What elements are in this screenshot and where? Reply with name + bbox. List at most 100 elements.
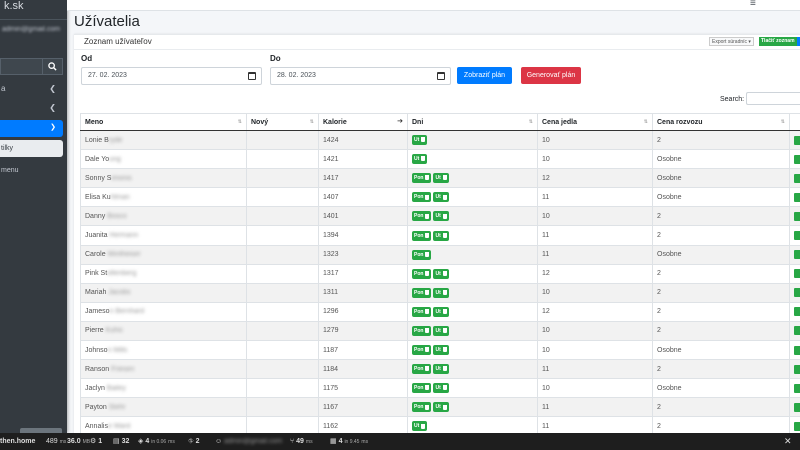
column-header-days[interactable]: Dni ⇅ [407,113,538,131]
status-requests[interactable]: ▤ 32 [113,433,129,450]
cell-meal-price: 10 [537,378,653,399]
user-name-blurred: Kuhic [105,327,124,335]
from-date-input[interactable]: 27. 02. 2023 [81,67,262,85]
table-search-input[interactable] [746,92,800,105]
cell-new [246,168,319,189]
cell-new [246,206,319,227]
edit-icon[interactable] [794,364,800,374]
day-tag[interactable]: Pon [412,249,432,260]
sidebar-item-2[interactable]: ❮ [0,100,63,116]
edit-icon[interactable] [794,192,800,202]
sidebar-subitem[interactable]: menu [0,162,63,179]
day-tag[interactable]: Pon [412,402,432,413]
sidebar-item-active[interactable]: ❯ [0,120,63,137]
day-tag[interactable]: Pon [412,325,432,336]
day-tag[interactable]: Pon [412,306,432,317]
close-icon[interactable]: ✕ [784,433,792,450]
user-name: Carole [85,251,108,259]
column-header-name[interactable]: Meno ⇅ [80,113,247,131]
sidebar-search-input[interactable] [0,58,42,75]
day-tag[interactable]: Pon [412,345,432,356]
day-tag[interactable]: Ut [433,287,449,298]
status-config[interactable]: ⚙ 1 [90,433,102,450]
trash-icon [421,423,426,429]
edit-icon[interactable] [794,288,800,298]
column-header-calories[interactable]: Kalorie ➔ [318,113,408,131]
edit-icon[interactable] [794,326,800,336]
edit-icon[interactable] [794,154,800,164]
status-render[interactable]: ⑂ 49 ms [290,433,313,450]
edit-icon[interactable] [794,250,800,260]
status-host[interactable]: then.home [0,433,35,450]
status-cache[interactable]: ▦ 4 in 9.45 ms [330,433,368,450]
day-tag[interactable]: Ut [433,402,449,413]
calendar-icon[interactable] [437,72,445,80]
cell-meal-price: 10 [537,206,653,227]
edit-icon[interactable] [794,269,800,279]
sidebar-user-name[interactable]: admin@gmail.com [0,26,67,40]
export-button[interactable]: Export súradníc ▾ [709,37,754,46]
day-tag[interactable]: Pon [412,383,432,394]
status-value: 36.0 [67,438,81,445]
show-plan-button[interactable]: Zobraziť plán [457,67,512,84]
edit-icon[interactable] [794,307,800,317]
day-tag[interactable]: Ut [412,421,428,432]
day-tag[interactable]: Ut [433,211,449,222]
edit-icon[interactable] [794,421,800,431]
day-tag[interactable]: Ut [412,154,428,165]
table-row: Pink Stoltenberg 1317 Pon Ut 12 2 [80,263,800,284]
cell-actions [789,378,800,399]
day-tag[interactable]: Pon [412,268,432,279]
column-header-new[interactable]: Nový ⇅ [246,113,319,131]
column-header-delivery-price[interactable]: Cena rozvozu ⇅ [652,113,790,131]
day-tag[interactable]: Pon [412,230,432,241]
trash-icon [425,232,430,238]
edit-icon[interactable] [794,211,800,221]
brand-logo[interactable]: k.sk [0,0,67,20]
sidebar-search-button[interactable] [42,58,63,75]
day-tag[interactable]: Ut [412,135,428,146]
cell-meal-price: 10 [537,149,653,170]
status-user-email: admin@gmail.com [224,438,283,445]
edit-icon[interactable] [794,135,800,145]
print-list-button[interactable]: Tlačiť zoznam [759,37,797,46]
day-tag[interactable]: Ut [433,192,449,203]
edit-icon[interactable] [794,345,800,355]
day-tag[interactable]: Ut [433,230,449,241]
edit-icon[interactable] [794,173,800,183]
day-tag[interactable]: Ut [433,383,449,394]
generate-plan-button[interactable]: Generovať plán [521,67,581,84]
day-tag[interactable]: Ut [433,345,449,356]
status-queries[interactable]: ◈ 4 in 0.06 ms [138,433,175,450]
edit-icon[interactable] [794,383,800,393]
column-header-meal-price[interactable]: Cena jedla ⇅ [537,113,653,131]
hamburger-menu-icon[interactable]: ≡ [750,0,756,9]
sidebar-subitem-active[interactable]: tilky [0,140,63,157]
sidebar-item-1[interactable]: a ❮ [0,81,63,97]
calendar-icon[interactable] [248,72,256,80]
day-tag[interactable]: Pon [412,364,432,375]
status-time[interactable]: 489 ms [46,433,66,450]
to-date-input[interactable]: 28. 02. 2023 [270,67,451,85]
status-user[interactable]: ☺ admin@gmail.com [215,433,282,450]
edit-icon[interactable] [794,402,800,412]
day-tag[interactable]: Ut [433,364,449,375]
day-tag[interactable]: Ut [433,173,449,184]
status-routes[interactable]: ⛗ 2 [188,433,199,450]
day-tag[interactable]: Ut [433,306,449,317]
day-tag[interactable]: Pon [412,287,432,298]
day-tag[interactable]: Ut [433,325,449,336]
day-tag[interactable]: Pon [412,192,432,203]
edit-icon[interactable] [794,231,800,241]
day-tag[interactable]: Ut [433,268,449,279]
day-tag[interactable]: Pon [412,211,432,222]
status-unit: MB [82,439,91,445]
cell-calories: 1407 [318,187,408,208]
table-row: Lonie Bryde 1424 Ut 10 2 [80,129,800,151]
cell-delivery-price: Osobne [652,340,790,361]
cell-actions [789,225,800,246]
day-label: Ut [435,404,441,411]
day-tag[interactable]: Pon [412,173,432,184]
status-memory[interactable]: 36.0 MB [67,433,90,450]
day-label: Pon [414,289,424,296]
